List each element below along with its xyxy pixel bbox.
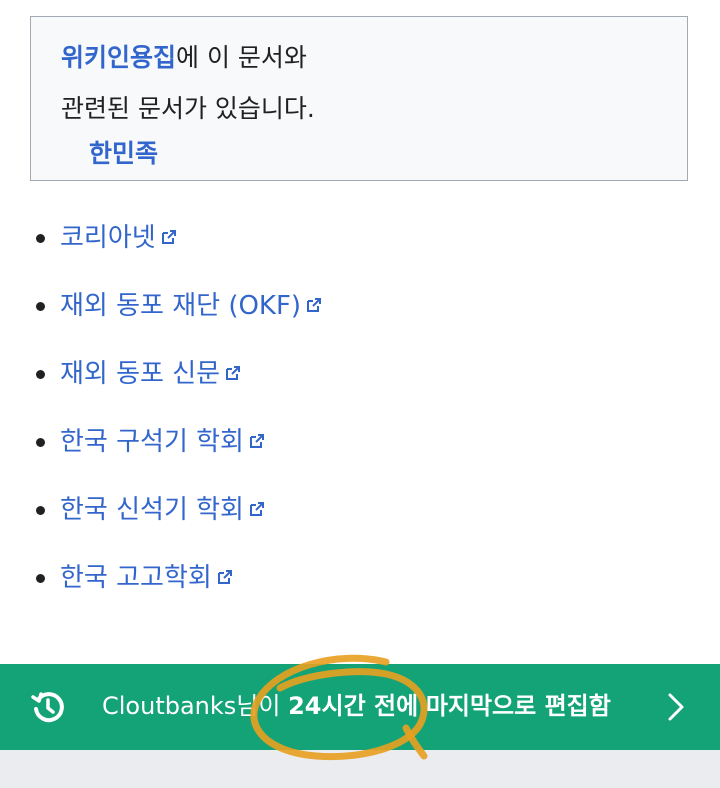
bullet [36,506,45,515]
external-link[interactable]: 한국 신석기 학회 [60,493,266,527]
bullet [36,302,45,311]
external-link-icon [226,365,241,380]
editor-name: Cloutbanks님이 [102,692,281,720]
list-item: 재외 동포 재단 (OKF) [0,273,720,341]
external-link-icon [249,501,264,516]
external-link[interactable]: 한국 구석기 학회 [60,425,266,459]
sister-project-sub-link[interactable]: 한민족 [89,134,158,170]
external-link-label[interactable]: 한국 고고학회 [60,563,212,593]
chevron-right-icon[interactable] [662,691,690,723]
external-link[interactable]: 한국 고고학회 [60,561,234,595]
external-links-list: 코리아넷 재외 동포 재단 (OKF) 재외 동포 신문 한국 구석기 학회 한… [0,205,720,613]
external-link[interactable]: 재외 동포 신문 [60,357,242,391]
edit-time: 24시간 전에 [288,692,419,720]
external-link-icon [249,433,264,448]
bullet [36,574,45,583]
edit-note: 마지막으로 편집함 [425,692,611,720]
sister-project-text-after: 에 이 문서와 [176,43,307,72]
list-item: 한국 구석기 학회 [0,409,720,477]
external-link-label[interactable]: 한국 신석기 학회 [60,495,244,525]
list-item: 코리아넷 [0,205,720,273]
last-edited-bar[interactable]: Cloutbanks님이 24시간 전에 마지막으로 편집함 [0,664,720,750]
wikiquote-link[interactable]: 위키인용집 [61,43,176,72]
external-link-icon [307,297,322,312]
external-link-icon [161,229,176,244]
list-item: 한국 신석기 학회 [0,477,720,545]
sister-project-line2: 관련된 문서가 있습니다. [61,94,315,123]
external-link-label[interactable]: 재외 동포 재단 (OKF) [60,291,301,321]
sister-project-box: 위키인용집에 이 문서와 관련된 문서가 있습니다. 한민족 [30,16,688,181]
last-edited-text: Cloutbanks님이 24시간 전에 마지막으로 편집함 [102,688,611,724]
bottom-area [0,750,720,788]
history-icon [31,692,64,723]
bullet [36,438,45,447]
external-link[interactable]: 코리아넷 [60,221,178,255]
sister-project-text: 위키인용집에 이 문서와 관련된 문서가 있습니다. [61,32,315,134]
external-link-label[interactable]: 재외 동포 신문 [60,359,220,389]
bullet [36,234,45,243]
external-link-label[interactable]: 코리아넷 [60,223,156,253]
external-link-label[interactable]: 한국 구석기 학회 [60,427,244,457]
bullet [36,370,45,379]
external-link-icon [217,569,232,584]
external-link[interactable]: 재외 동포 재단 (OKF) [60,289,323,323]
list-item: 한국 고고학회 [0,545,720,613]
list-item: 재외 동포 신문 [0,341,720,409]
